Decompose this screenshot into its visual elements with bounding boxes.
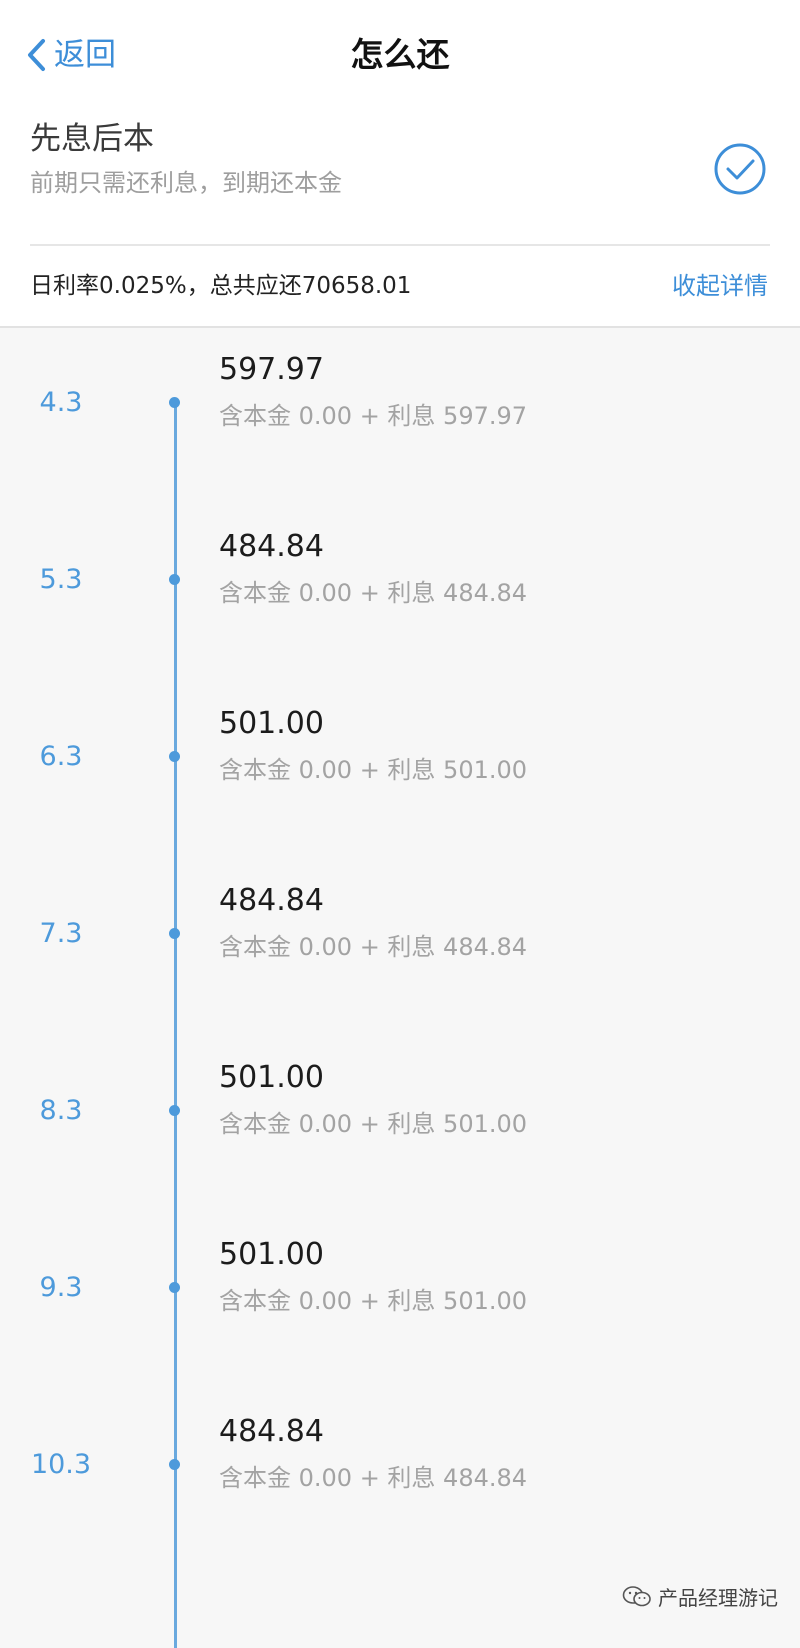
schedule-item: 7.3 484.84 含本金 0.00 + 利息 484.84 [0, 859, 800, 1045]
schedule-amount: 484.84 [219, 883, 324, 918]
schedule-item: 10.3 484.84 含本金 0.00 + 利息 484.84 [0, 1390, 800, 1576]
schedule-breakdown: 含本金 0.00 + 利息 501.00 [219, 1110, 528, 1138]
wechat-icon [622, 1585, 658, 1609]
schedule-amount: 597.97 [219, 352, 324, 387]
schedule-breakdown: 含本金 0.00 + 利息 597.97 [219, 402, 528, 430]
repayment-page: 返回 怎么还 先息后本 前期只需还利息，到期还本金 日利率0.025%，总共应还… [0, 0, 800, 1648]
timeline-dot [169, 397, 180, 408]
repayment-timeline: 4.3 597.97 含本金 0.00 + 利息 597.97 5.3 484.84 含本… [0, 328, 800, 1648]
schedule-item: 5.3 484.84 含本金 0.00 + 利息 484.84 [0, 505, 800, 691]
header-panel: 返回 怎么还 先息后本 前期只需还利息，到期还本金 日利率0.025%，总共应还… [0, 0, 800, 328]
schedule-item: 6.3 501.00 含本金 0.00 + 利息 501.00 [0, 682, 800, 868]
timeline-dot [169, 1282, 180, 1293]
schedule-date: 5.3 [39, 564, 83, 595]
divider [30, 244, 770, 246]
plan-option[interactable]: 先息后本 前期只需还利息，到期还本金 [30, 118, 770, 200]
schedule-date: 4.3 [39, 387, 83, 418]
schedule-item: 9.3 501.00 含本金 0.00 + 利息 501.00 [0, 1213, 800, 1399]
collapse-details-link[interactable]: 收起详情 [672, 266, 768, 306]
timeline-dot [169, 574, 180, 585]
schedule-item: 4.3 597.97 含本金 0.00 + 利息 597.97 [0, 328, 800, 514]
check-circle-icon[interactable] [713, 142, 767, 196]
schedule-date: 9.3 [39, 1272, 83, 1303]
schedule-date: 6.3 [39, 741, 83, 772]
schedule-item: 8.3 501.00 含本金 0.00 + 利息 501.00 [0, 1036, 800, 1222]
schedule-amount: 501.00 [219, 1060, 324, 1095]
timeline-dot [169, 1459, 180, 1470]
schedule-date: 7.3 [39, 918, 83, 949]
schedule-amount: 484.84 [219, 529, 324, 564]
watermark-text: 产品经理游记 [658, 1586, 778, 1610]
schedule-amount: 501.00 [219, 706, 324, 741]
schedule-amount: 484.84 [219, 1414, 324, 1449]
plan-description: 前期只需还利息，到期还本金 [30, 169, 342, 197]
schedule-breakdown: 含本金 0.00 + 利息 501.00 [219, 756, 528, 784]
timeline-dot [169, 751, 180, 762]
schedule-breakdown: 含本金 0.00 + 利息 484.84 [219, 579, 528, 607]
repayment-summary: 日利率0.025%，总共应还70658.01 [30, 273, 412, 299]
timeline-dot [169, 1105, 180, 1116]
schedule-breakdown: 含本金 0.00 + 利息 501.00 [219, 1287, 528, 1315]
watermark: 产品经理游记 [622, 1582, 778, 1611]
schedule-breakdown: 含本金 0.00 + 利息 484.84 [219, 933, 528, 961]
schedule-amount: 501.00 [219, 1237, 324, 1272]
page-title: 怎么还 [350, 35, 450, 74]
schedule-date: 8.3 [39, 1095, 83, 1126]
schedule-date: 10.3 [30, 1449, 92, 1480]
schedule-breakdown: 含本金 0.00 + 利息 484.84 [219, 1464, 528, 1492]
plan-name: 先息后本 [30, 121, 154, 157]
timeline-dot [169, 928, 180, 939]
